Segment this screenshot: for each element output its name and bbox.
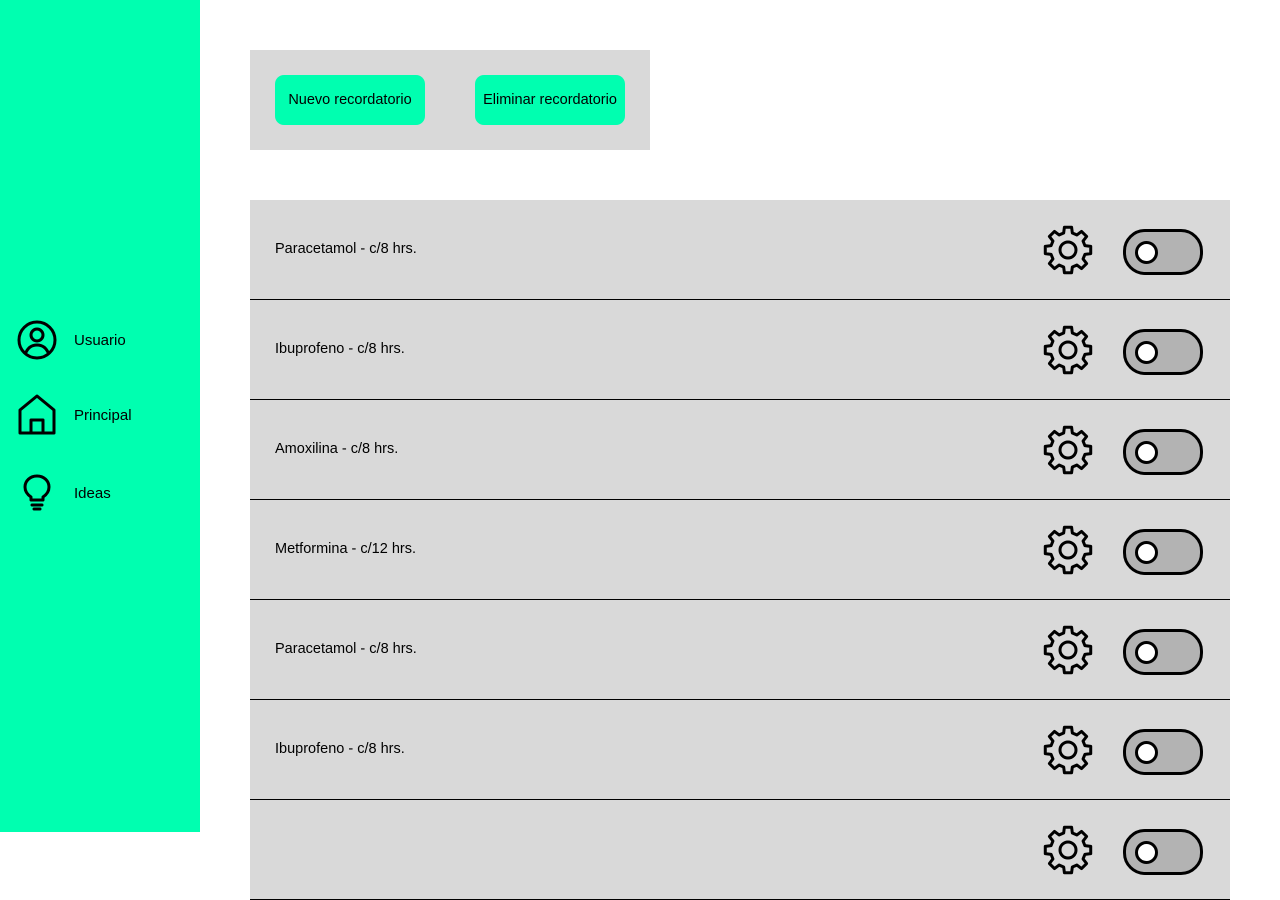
reminder-text: Paracetamol - c/8 hrs. bbox=[275, 641, 417, 657]
reminder-text: Ibuprofeno - c/8 hrs. bbox=[275, 341, 405, 357]
toggle-knob bbox=[1135, 541, 1158, 564]
gear-icon[interactable] bbox=[1042, 524, 1094, 576]
reminder-text: Amoxilina - c/8 hrs. bbox=[275, 441, 399, 457]
reminder-row[interactable] bbox=[250, 800, 1230, 900]
toggle-knob bbox=[1135, 441, 1158, 464]
reminder-toggle[interactable] bbox=[1123, 829, 1203, 875]
gear-icon[interactable] bbox=[1042, 224, 1094, 276]
gear-icon[interactable] bbox=[1042, 724, 1094, 776]
gear-icon[interactable] bbox=[1042, 324, 1094, 376]
reminder-toggle[interactable] bbox=[1123, 729, 1203, 775]
reminder-row[interactable]: Ibuprofeno - c/8 hrs. bbox=[250, 300, 1230, 400]
reminder-toggle[interactable] bbox=[1123, 229, 1203, 275]
gear-icon[interactable] bbox=[1042, 424, 1094, 476]
sidebar-item-ideas[interactable]: Ideas bbox=[16, 472, 111, 514]
new-reminder-button[interactable]: Nuevo recordatorio bbox=[275, 75, 425, 125]
toggle-knob bbox=[1135, 741, 1158, 764]
toggle-knob bbox=[1135, 341, 1158, 364]
reminder-row[interactable]: Paracetamol - c/8 hrs. bbox=[250, 200, 1230, 300]
reminder-row[interactable]: Metformina - c/12 hrs. bbox=[250, 500, 1230, 600]
sidebar-item-principal[interactable]: Principal bbox=[16, 394, 132, 436]
sidebar-item-usuario[interactable]: Usuario bbox=[16, 319, 126, 361]
user-circle-icon bbox=[16, 319, 58, 361]
reminder-text: Metformina - c/12 hrs. bbox=[275, 541, 417, 557]
toggle-knob bbox=[1135, 641, 1158, 664]
reminder-text: Ibuprofeno - c/8 hrs. bbox=[275, 741, 405, 757]
sidebar-item-label: Ideas bbox=[74, 484, 111, 502]
toggle-knob bbox=[1135, 841, 1158, 864]
reminder-row[interactable]: Amoxilina - c/8 hrs. bbox=[250, 400, 1230, 500]
toggle-knob bbox=[1135, 241, 1158, 264]
sidebar: Usuario Principal Ideas bbox=[0, 0, 200, 832]
reminder-toggle[interactable] bbox=[1123, 429, 1203, 475]
sidebar-item-label: Principal bbox=[74, 406, 132, 424]
reminder-toggle[interactable] bbox=[1123, 629, 1203, 675]
reminder-list: Paracetamol - c/8 hrs. Ibuprofeno - c/8 … bbox=[250, 200, 1230, 900]
sidebar-item-label: Usuario bbox=[74, 331, 126, 349]
reminder-row[interactable]: Ibuprofeno - c/8 hrs. bbox=[250, 700, 1230, 800]
reminder-toggle[interactable] bbox=[1123, 329, 1203, 375]
home-icon bbox=[16, 394, 58, 436]
reminder-row[interactable]: Paracetamol - c/8 hrs. bbox=[250, 600, 1230, 700]
toolbar: Nuevo recordatorio Eliminar recordatorio bbox=[250, 50, 650, 150]
lightbulb-icon bbox=[16, 472, 58, 514]
reminder-text: Paracetamol - c/8 hrs. bbox=[275, 241, 417, 257]
reminder-toggle[interactable] bbox=[1123, 529, 1203, 575]
delete-reminder-button[interactable]: Eliminar recordatorio bbox=[475, 75, 625, 125]
gear-icon[interactable] bbox=[1042, 624, 1094, 676]
